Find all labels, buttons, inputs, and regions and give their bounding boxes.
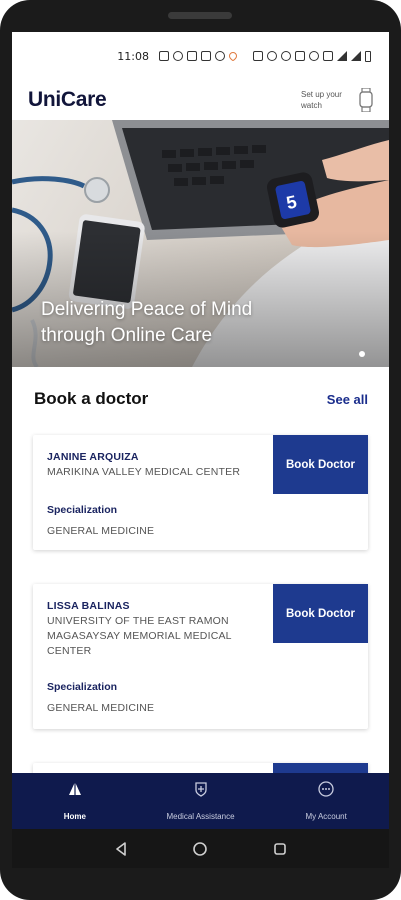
- specialization-value: GENERAL MEDICINE: [47, 525, 155, 537]
- battery-icon: [365, 50, 371, 62]
- doctor-card[interactable]: JANINE ARQUIZA MARIKINA VALLEY MEDICAL C…: [33, 435, 368, 550]
- carousel-indicator[interactable]: [359, 351, 365, 357]
- status-time: 11:08: [117, 49, 149, 63]
- telegram-icon: [187, 51, 197, 61]
- phone-speaker: [168, 12, 232, 19]
- doctor-name: LISSA BALINAS: [47, 600, 130, 612]
- recents-icon[interactable]: [273, 842, 287, 856]
- nav-my-account-label: My Account: [305, 812, 347, 821]
- specialization-value: GENERAL MEDICINE: [47, 702, 155, 714]
- see-all-link[interactable]: See all: [327, 392, 368, 407]
- mute-icon: [295, 51, 305, 61]
- specialization-label: Specialization: [47, 681, 118, 693]
- nav-my-account[interactable]: My Account: [263, 773, 389, 829]
- book-doctor-button[interactable]: Book Doctor: [273, 435, 368, 494]
- sim-icon: [159, 51, 169, 61]
- watch-prompt-label: Set up your watch: [301, 90, 342, 110]
- doctor-hospital: UNIVERSITY OF THE EAST RAMON MAGASAYSAY …: [47, 615, 232, 657]
- nav-home-label: Home: [63, 812, 86, 821]
- status-bar: 11:08: [12, 32, 389, 80]
- book-doctor-button[interactable]: Book Doctor: [273, 584, 368, 643]
- hero-banner[interactable]: 5 Delivering Peace of Mind through Onlin…: [12, 120, 389, 367]
- signal-icon: [351, 51, 361, 61]
- nav-medical-assistance-label: Medical Assistance: [166, 812, 235, 821]
- account-dots-icon: [318, 781, 334, 802]
- chrome-icon: [215, 51, 225, 61]
- smartwatch-icon: [359, 88, 373, 112]
- heart-icon: [227, 50, 239, 62]
- nfc-icon: [253, 51, 263, 61]
- setup-watch-button[interactable]: Set up your watch: [301, 88, 373, 112]
- nav-home[interactable]: Home: [12, 773, 138, 829]
- wifi-icon: [309, 51, 319, 61]
- doctor-name: JANINE ARQUIZA: [47, 451, 139, 463]
- home-icon[interactable]: [192, 841, 208, 857]
- signal-icon: [337, 51, 347, 61]
- bottom-navigation: Home Medical Assistance My Account: [12, 773, 389, 829]
- book-doctor-header: Book a doctor See all: [12, 387, 389, 411]
- youtube-icon: [201, 51, 211, 61]
- home-drop-icon: [67, 781, 83, 802]
- medical-shield-icon: [193, 781, 209, 802]
- volte-icon: [323, 51, 333, 61]
- back-icon[interactable]: [114, 841, 128, 856]
- specialization-label: Specialization: [47, 504, 118, 516]
- app-header: UniCare Set up your watch: [12, 80, 389, 120]
- phone-frame: 11:08 UniCare Set up your watch Deliveri…: [0, 0, 401, 900]
- app-logo: UniCare: [28, 88, 107, 111]
- bluetooth-icon: [281, 51, 291, 61]
- app-screen: 11:08 UniCare Set up your watch Deliveri…: [12, 32, 389, 868]
- alarm-icon: [267, 51, 277, 61]
- section-title: Book a doctor: [34, 389, 149, 408]
- nav-medical-assistance[interactable]: Medical Assistance: [138, 773, 264, 829]
- bluetooth-icon: [173, 51, 183, 61]
- doctor-card[interactable]: LISSA BALINAS UNIVERSITY OF THE EAST RAM…: [33, 584, 368, 729]
- doctor-hospital: MARIKINA VALLEY MEDICAL CENTER: [47, 466, 241, 478]
- system-navigation-bar: [12, 829, 389, 868]
- hero-caption: Delivering Peace of Mind through Online …: [41, 299, 253, 346]
